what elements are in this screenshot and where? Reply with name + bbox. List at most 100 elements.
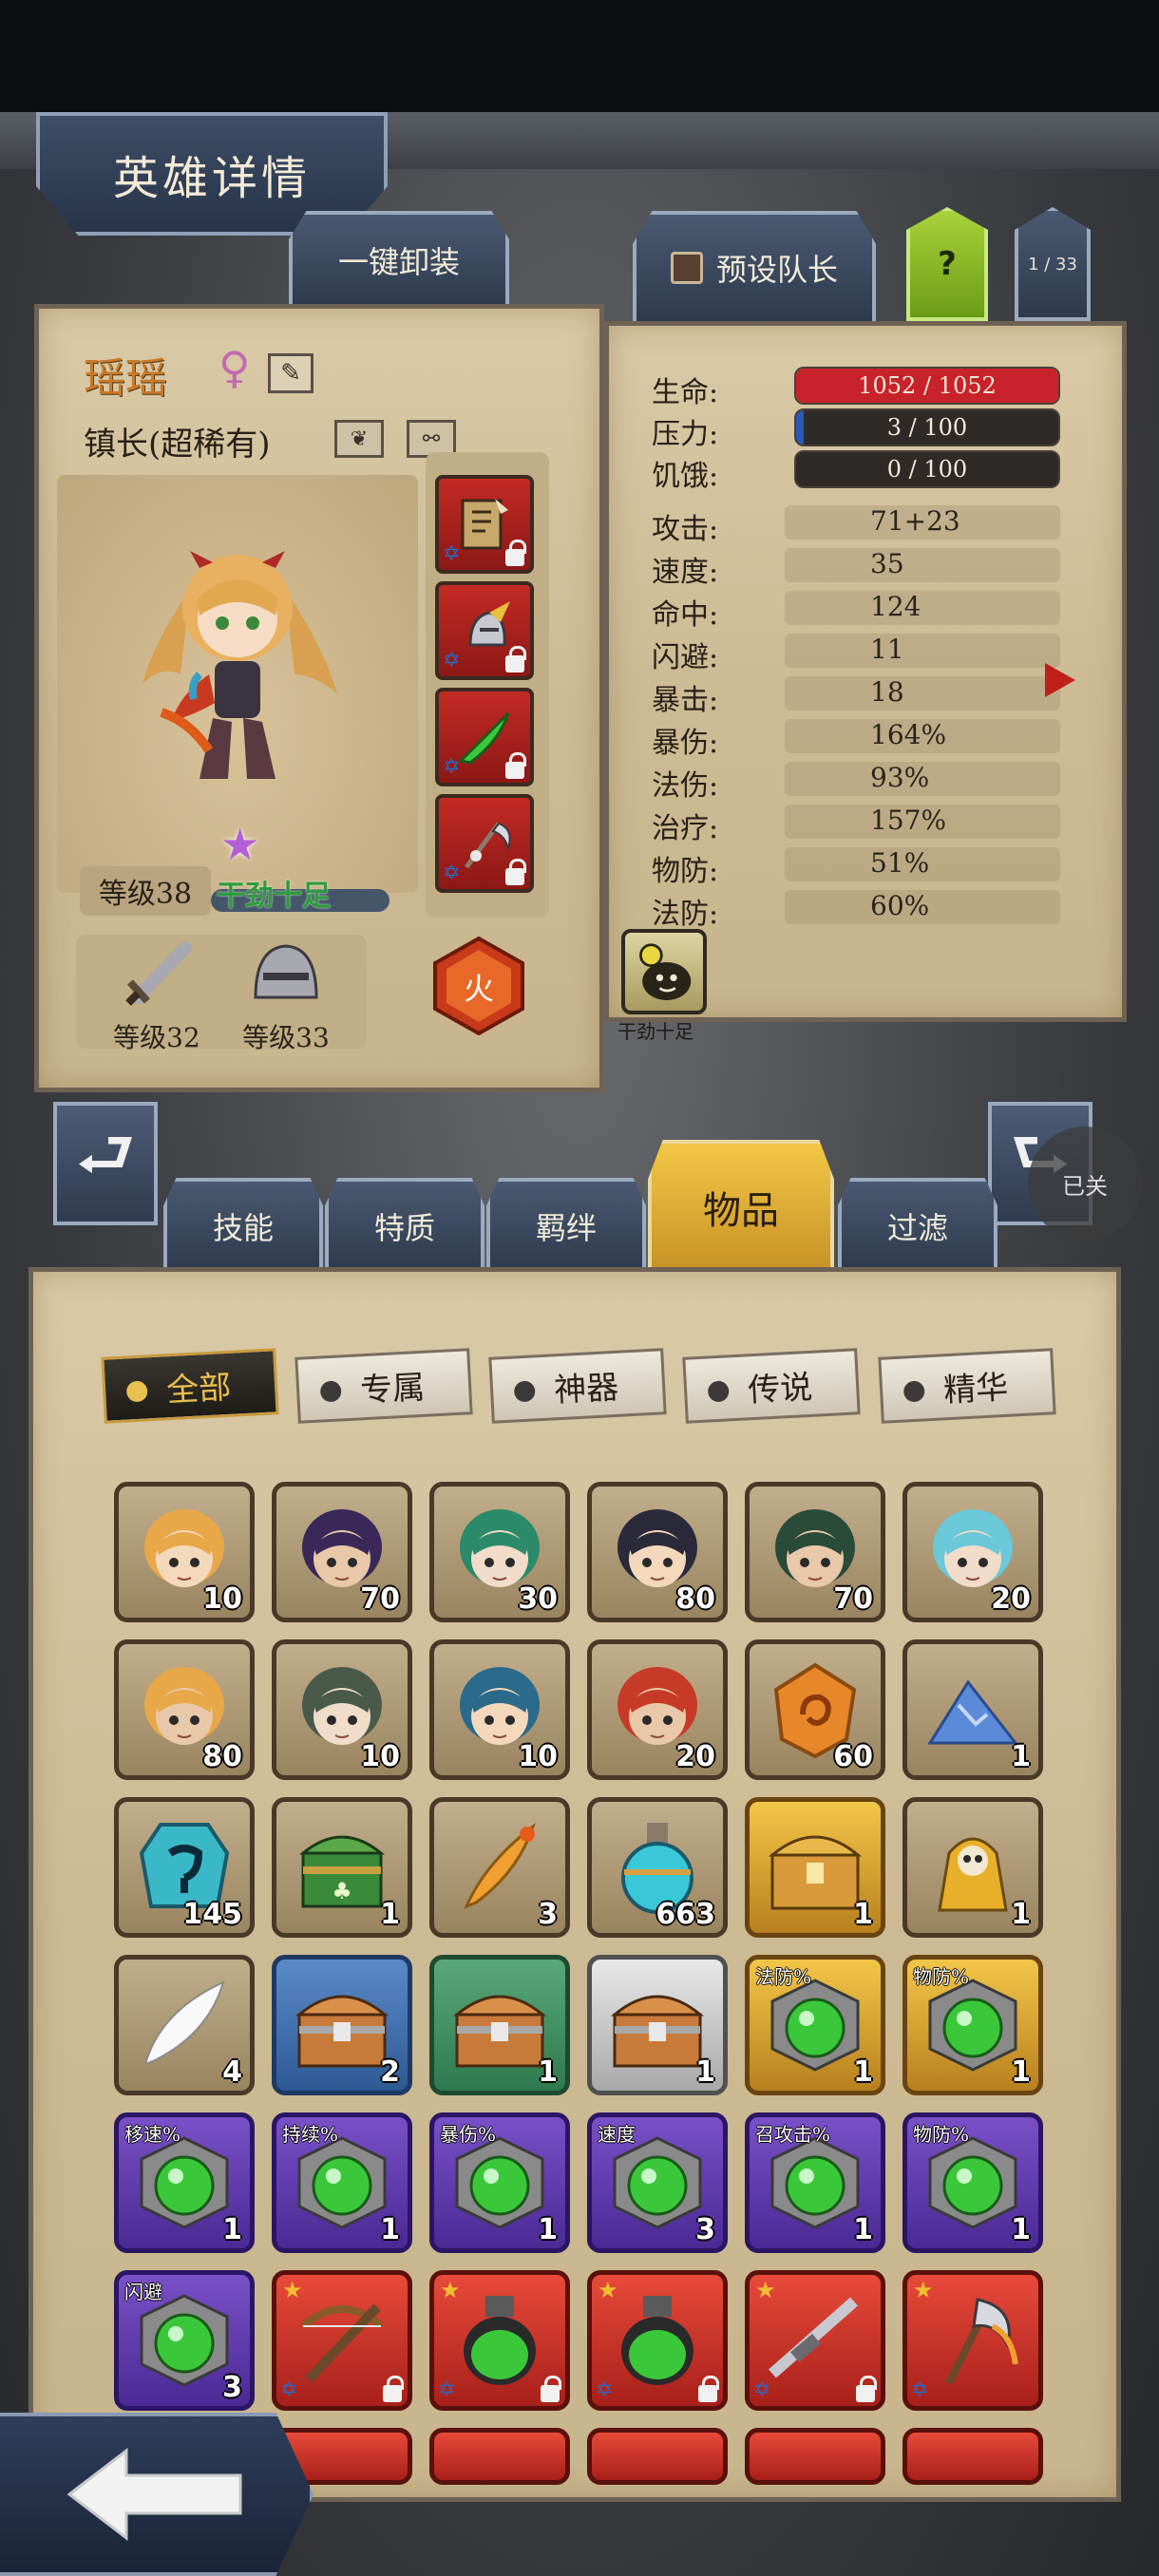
inventory-item[interactable]: ★ ✡: [587, 2270, 728, 2411]
inventory-item[interactable]: 速度 3: [587, 2112, 728, 2253]
inventory-item[interactable]: 145: [114, 1797, 255, 1938]
inventory-item[interactable]: 70: [272, 1482, 412, 1622]
inventory-item[interactable]: 1: [745, 1797, 885, 1938]
hero-trait[interactable]: 干劲十足: [217, 872, 331, 914]
inventory-item[interactable]: 10: [429, 1639, 570, 1780]
inventory-item[interactable]: ★ ✡: [429, 2270, 570, 2411]
toggle-off-button[interactable]: 已关: [1028, 1127, 1142, 1241]
inventory-item[interactable]: 70: [745, 1482, 885, 1622]
svg-text:♣: ♣: [332, 1878, 352, 1904]
page-counter-label: 1 / 33: [1028, 254, 1077, 275]
weapon-level: 等级32: [113, 1022, 200, 1053]
inventory-item-partial[interactable]: [429, 2428, 570, 2485]
rarity-hex-icon: ✡: [443, 542, 461, 566]
inventory-item[interactable]: 10: [272, 1639, 412, 1780]
item-stat-tag: 物防%: [913, 2123, 970, 2146]
tab-items[interactable]: 物品: [648, 1140, 834, 1271]
stat-value: 157%: [870, 805, 947, 836]
item-quantity: 1: [1011, 1898, 1031, 1931]
back-arrow-icon: [66, 2447, 242, 2542]
inventory-item[interactable]: ★ ✡: [272, 2270, 412, 2411]
inventory-item[interactable]: ★ ✡: [745, 2270, 885, 2411]
inventory-item[interactable]: ♣ 1: [272, 1797, 412, 1938]
hp-text: 1052 / 1052: [858, 372, 997, 399]
equip-slot-helm[interactable]: ✡: [435, 581, 534, 680]
ability-trait-icon[interactable]: [621, 929, 707, 1014]
inventory-item[interactable]: ★ ✡: [902, 2270, 1043, 2411]
hunger-text: 0 / 100: [886, 456, 968, 483]
unequip-all-button[interactable]: 一键卸装: [289, 211, 509, 306]
clover-chest-icon: ♣: [298, 1835, 386, 1908]
inventory-item[interactable]: 1: [902, 1639, 1043, 1780]
inventory-item[interactable]: 80: [114, 1639, 255, 1780]
scythe-icon: [464, 822, 511, 869]
tab-skills[interactable]: 技能: [163, 1178, 323, 1271]
tab-skills-label: 技能: [212, 1210, 274, 1246]
stat-label: 法防:: [652, 898, 719, 931]
inventory-item[interactable]: 召攻击% 1: [745, 2112, 885, 2253]
inventory-item[interactable]: 物防% 1: [902, 2112, 1043, 2253]
filter-essence[interactable]: 精华: [878, 1348, 1056, 1424]
lock-icon: [541, 2376, 561, 2402]
inventory-item[interactable]: 闪避 3: [114, 2270, 255, 2411]
hero-portrait: [142, 551, 337, 779]
inventory-item[interactable]: 60: [745, 1639, 885, 1780]
inventory-item[interactable]: 暴伤% 1: [429, 2112, 570, 2253]
expand-stats-arrow-icon[interactable]: [1045, 663, 1075, 697]
inventory-item[interactable]: 80: [587, 1482, 728, 1622]
inventory-item[interactable]: 法防% 1: [745, 1955, 885, 2095]
item-stat-tag: 召攻击%: [755, 2123, 831, 2146]
item-quantity: 10: [360, 1740, 400, 1773]
stat-row-bg: [785, 591, 1060, 625]
inventory-item[interactable]: 移速% 1: [114, 2112, 255, 2253]
inventory-item[interactable]: 持续% 1: [272, 2112, 412, 2253]
checkbox-icon[interactable]: [670, 252, 703, 284]
prev-hero-button[interactable]: ⮐: [53, 1102, 158, 1225]
equip-slot-book[interactable]: ✡: [435, 475, 534, 574]
stat-stress: 压力: 3 / 100: [652, 407, 1060, 451]
item-stat-tag: 速度: [598, 2123, 636, 2146]
filter-legendary-label: 传说: [747, 1368, 814, 1410]
hp-bar: 1052 / 1052: [794, 367, 1060, 405]
tab-filter[interactable]: 过滤: [838, 1178, 998, 1271]
inventory-item[interactable]: 30: [429, 1482, 570, 1622]
green-blade-icon: [457, 711, 510, 765]
tab-bonds[interactable]: 羁绊: [486, 1178, 646, 1271]
inventory-item[interactable]: 663: [587, 1797, 728, 1938]
role-badge-icon[interactable]: ❦: [334, 420, 384, 458]
inventory-item-partial[interactable]: [587, 2428, 728, 2485]
equip-slot-blade[interactable]: ✡: [435, 688, 534, 786]
page-counter: 1 / 33: [1015, 207, 1091, 321]
inventory-item[interactable]: 10: [114, 1482, 255, 1622]
inventory-item[interactable]: 1: [902, 1797, 1043, 1938]
inventory-item[interactable]: 1: [429, 1955, 570, 2095]
tab-traits[interactable]: 特质: [325, 1178, 484, 1271]
item-stat-tag: 移速%: [124, 2123, 181, 2146]
inventory-item[interactable]: 20: [902, 1482, 1043, 1622]
gear-weapon[interactable]: 等级32: [95, 935, 218, 1055]
inventory-item[interactable]: 物防% 1: [902, 1955, 1043, 2095]
filter-all[interactable]: 全部: [101, 1348, 279, 1424]
inventory-item[interactable]: 4: [114, 1955, 255, 2095]
filter-legendary[interactable]: 传说: [682, 1348, 861, 1424]
help-button[interactable]: ?: [906, 207, 988, 321]
fire-element-icon[interactable]: 火: [429, 937, 528, 1035]
gear-helmet[interactable]: 等级33: [224, 935, 348, 1055]
inventory-item-partial[interactable]: [745, 2428, 885, 2485]
preset-leader-toggle[interactable]: 预设队长: [633, 211, 876, 321]
star-icon: ★: [598, 2277, 618, 2303]
inventory-item[interactable]: 1: [587, 1955, 728, 2095]
inventory-item[interactable]: 20: [587, 1639, 728, 1780]
filter-exclusive[interactable]: 专属: [294, 1348, 473, 1424]
item-stat-tag: 物防%: [913, 1965, 970, 1988]
equip-slot-weapon[interactable]: ✡: [435, 794, 534, 893]
inventory-item[interactable]: 2: [272, 1955, 412, 2095]
sword-icon: [125, 941, 192, 1006]
rename-pencil-icon[interactable]: ✎: [268, 353, 314, 393]
inventory-item[interactable]: 3: [429, 1797, 570, 1938]
rarity-hex-icon: ✡: [438, 2378, 456, 2402]
back-button[interactable]: [0, 2413, 314, 2576]
filter-artifact[interactable]: 神器: [488, 1348, 667, 1424]
inventory-item-partial[interactable]: [902, 2428, 1043, 2485]
hunger-bar: 0 / 100: [794, 450, 1060, 488]
